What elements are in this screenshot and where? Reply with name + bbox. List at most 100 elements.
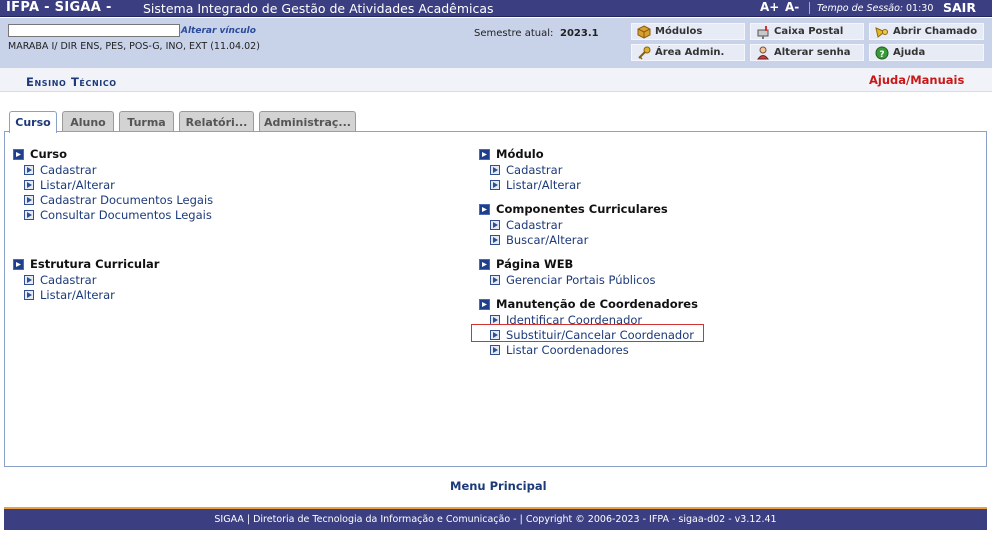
arrow-icon	[490, 220, 500, 230]
link-label: Cadastrar	[506, 218, 563, 232]
arrow-icon	[24, 195, 34, 205]
menu-curso-cadastrar-docs[interactable]: Cadastrar Documentos Legais	[24, 193, 213, 207]
mailbox-button[interactable]: Caixa Postal	[750, 23, 864, 40]
group-bullet-icon	[479, 203, 490, 215]
link-label: Cadastrar Documentos Legais	[40, 193, 214, 207]
group-modulo: Módulo	[479, 147, 544, 161]
horn-icon	[874, 25, 889, 39]
menu-componentes-cadastrar[interactable]: Cadastrar	[490, 218, 562, 232]
group-title-label: Estrutura Curricular	[30, 257, 160, 271]
open-ticket-button[interactable]: Abrir Chamado	[869, 23, 984, 40]
help-icon: ?	[874, 46, 889, 60]
user-icon	[755, 46, 770, 60]
mailbox-icon	[755, 25, 770, 39]
admin-area-button[interactable]: Área Admin.	[631, 44, 745, 61]
arrow-icon	[490, 165, 500, 175]
link-label: Substituir/Cancelar Coordenador	[506, 328, 694, 342]
menu-estrutura-cadastrar[interactable]: Cadastrar	[24, 273, 96, 287]
semester-value: 2023.1	[560, 28, 599, 39]
group-title-label: Curso	[30, 147, 68, 161]
logout-button[interactable]: SAIR	[943, 0, 976, 15]
change-link-button[interactable]: Alterar vínculo	[181, 26, 256, 36]
user-info-panel: Alterar vínculo MARABA I/ DIR ENS, PES, …	[0, 18, 992, 68]
menu-listar-coordenadores[interactable]: Listar Coordenadores	[490, 343, 629, 357]
group-bullet-icon	[479, 258, 490, 270]
tab-curso[interactable]: Curso	[9, 111, 57, 133]
modules-label: Módulos	[655, 26, 703, 37]
link-label: Cadastrar	[40, 163, 97, 177]
arrow-icon	[24, 275, 34, 285]
link-label: Cadastrar	[40, 273, 97, 287]
cube-icon	[636, 24, 651, 39]
link-label: Consultar Documentos Legais	[40, 208, 212, 222]
svg-text:?: ?	[879, 50, 884, 60]
tab-relatorios[interactable]: Relatóri...	[179, 111, 254, 132]
mailbox-label: Caixa Postal	[774, 26, 844, 37]
modules-button[interactable]: Módulos	[631, 23, 745, 40]
group-title-label: Página WEB	[496, 257, 574, 271]
link-label: Buscar/Alterar	[506, 233, 589, 247]
key-icon	[636, 46, 651, 60]
tab-administracao[interactable]: Administraç...	[259, 111, 356, 132]
arrow-icon	[490, 235, 500, 245]
user-name-field	[8, 24, 180, 37]
arrow-icon	[490, 345, 500, 355]
font-decrease-button[interactable]: A-	[785, 0, 799, 14]
help-label: Ajuda	[893, 47, 926, 58]
link-label: Listar/Alterar	[506, 178, 581, 192]
link-label: Listar/Alterar	[40, 178, 115, 192]
unit-label: MARABA I/ DIR ENS, PES, POS-G, INO, EXT …	[8, 41, 260, 52]
arrow-icon	[490, 180, 500, 190]
menu-portais-publicos[interactable]: Gerenciar Portais Públicos	[490, 273, 656, 287]
arrow-icon	[490, 330, 500, 340]
top-bar: IFPA - SIGAA - Sistema Integrado de Gest…	[0, 0, 992, 17]
app-title: IFPA - SIGAA -	[6, 0, 112, 15]
arrow-icon	[24, 165, 34, 175]
group-pagina-web: Página WEB	[479, 257, 573, 271]
group-bullet-icon	[479, 148, 490, 160]
menu-curso-consultar-docs[interactable]: Consultar Documentos Legais	[24, 208, 212, 222]
group-curso: Curso	[13, 147, 67, 161]
group-estrutura-curricular: Estrutura Curricular	[13, 257, 159, 271]
tab-turma[interactable]: Turma	[119, 111, 174, 132]
menu-curso-listar[interactable]: Listar/Alterar	[24, 178, 115, 192]
menu-substituir-coordenador[interactable]: Substituir/Cancelar Coordenador	[490, 328, 694, 342]
arrow-icon	[490, 275, 500, 285]
help-button[interactable]: ? Ajuda	[869, 44, 984, 61]
group-bullet-icon	[479, 298, 490, 310]
menu-modulo-listar[interactable]: Listar/Alterar	[490, 178, 581, 192]
arrow-icon	[24, 210, 34, 220]
menu-componentes-buscar[interactable]: Buscar/Alterar	[490, 233, 588, 247]
help-manuals-link[interactable]: Ajuda/Manuais	[869, 73, 964, 87]
arrow-icon	[24, 290, 34, 300]
change-password-button[interactable]: Alterar senha	[750, 44, 864, 61]
group-bullet-icon	[13, 258, 24, 270]
font-increase-button[interactable]: A+	[760, 0, 779, 14]
section-header: Ensino Técnico Ajuda/Manuais	[0, 68, 992, 92]
menu-curso-cadastrar[interactable]: Cadastrar	[24, 163, 96, 177]
tab-aluno[interactable]: Aluno	[62, 111, 114, 132]
menu-estrutura-listar[interactable]: Listar/Alterar	[24, 288, 115, 302]
link-label: Gerenciar Portais Públicos	[506, 273, 656, 287]
group-componentes: Componentes Curriculares	[479, 202, 668, 216]
group-title-label: Módulo	[496, 147, 544, 161]
divider	[809, 2, 810, 14]
tab-content-panel: Curso Cadastrar Listar/Alterar Cadastrar…	[4, 131, 987, 467]
admin-area-label: Área Admin.	[655, 47, 725, 58]
main-menu-link[interactable]: Menu Principal	[450, 479, 547, 493]
change-password-label: Alterar senha	[774, 47, 851, 58]
arrow-icon	[24, 180, 34, 190]
link-label: Cadastrar	[506, 163, 563, 177]
link-label: Listar Coordenadores	[506, 343, 629, 357]
link-label: Listar/Alterar	[40, 288, 115, 302]
group-title-label: Componentes Curriculares	[496, 202, 668, 216]
session-time-label: Tempo de Sessão:	[817, 3, 904, 14]
footer-bar: SIGAA | Diretoria de Tecnologia da Infor…	[4, 507, 987, 530]
group-bullet-icon	[13, 148, 24, 160]
semester-label: Semestre atual:	[474, 28, 554, 39]
group-coordenadores: Manutenção de Coordenadores	[479, 297, 698, 311]
open-ticket-label: Abrir Chamado	[893, 26, 978, 37]
session-time-value: 01:30	[906, 3, 934, 14]
menu-modulo-cadastrar[interactable]: Cadastrar	[490, 163, 562, 177]
group-title-label: Manutenção de Coordenadores	[496, 297, 698, 311]
